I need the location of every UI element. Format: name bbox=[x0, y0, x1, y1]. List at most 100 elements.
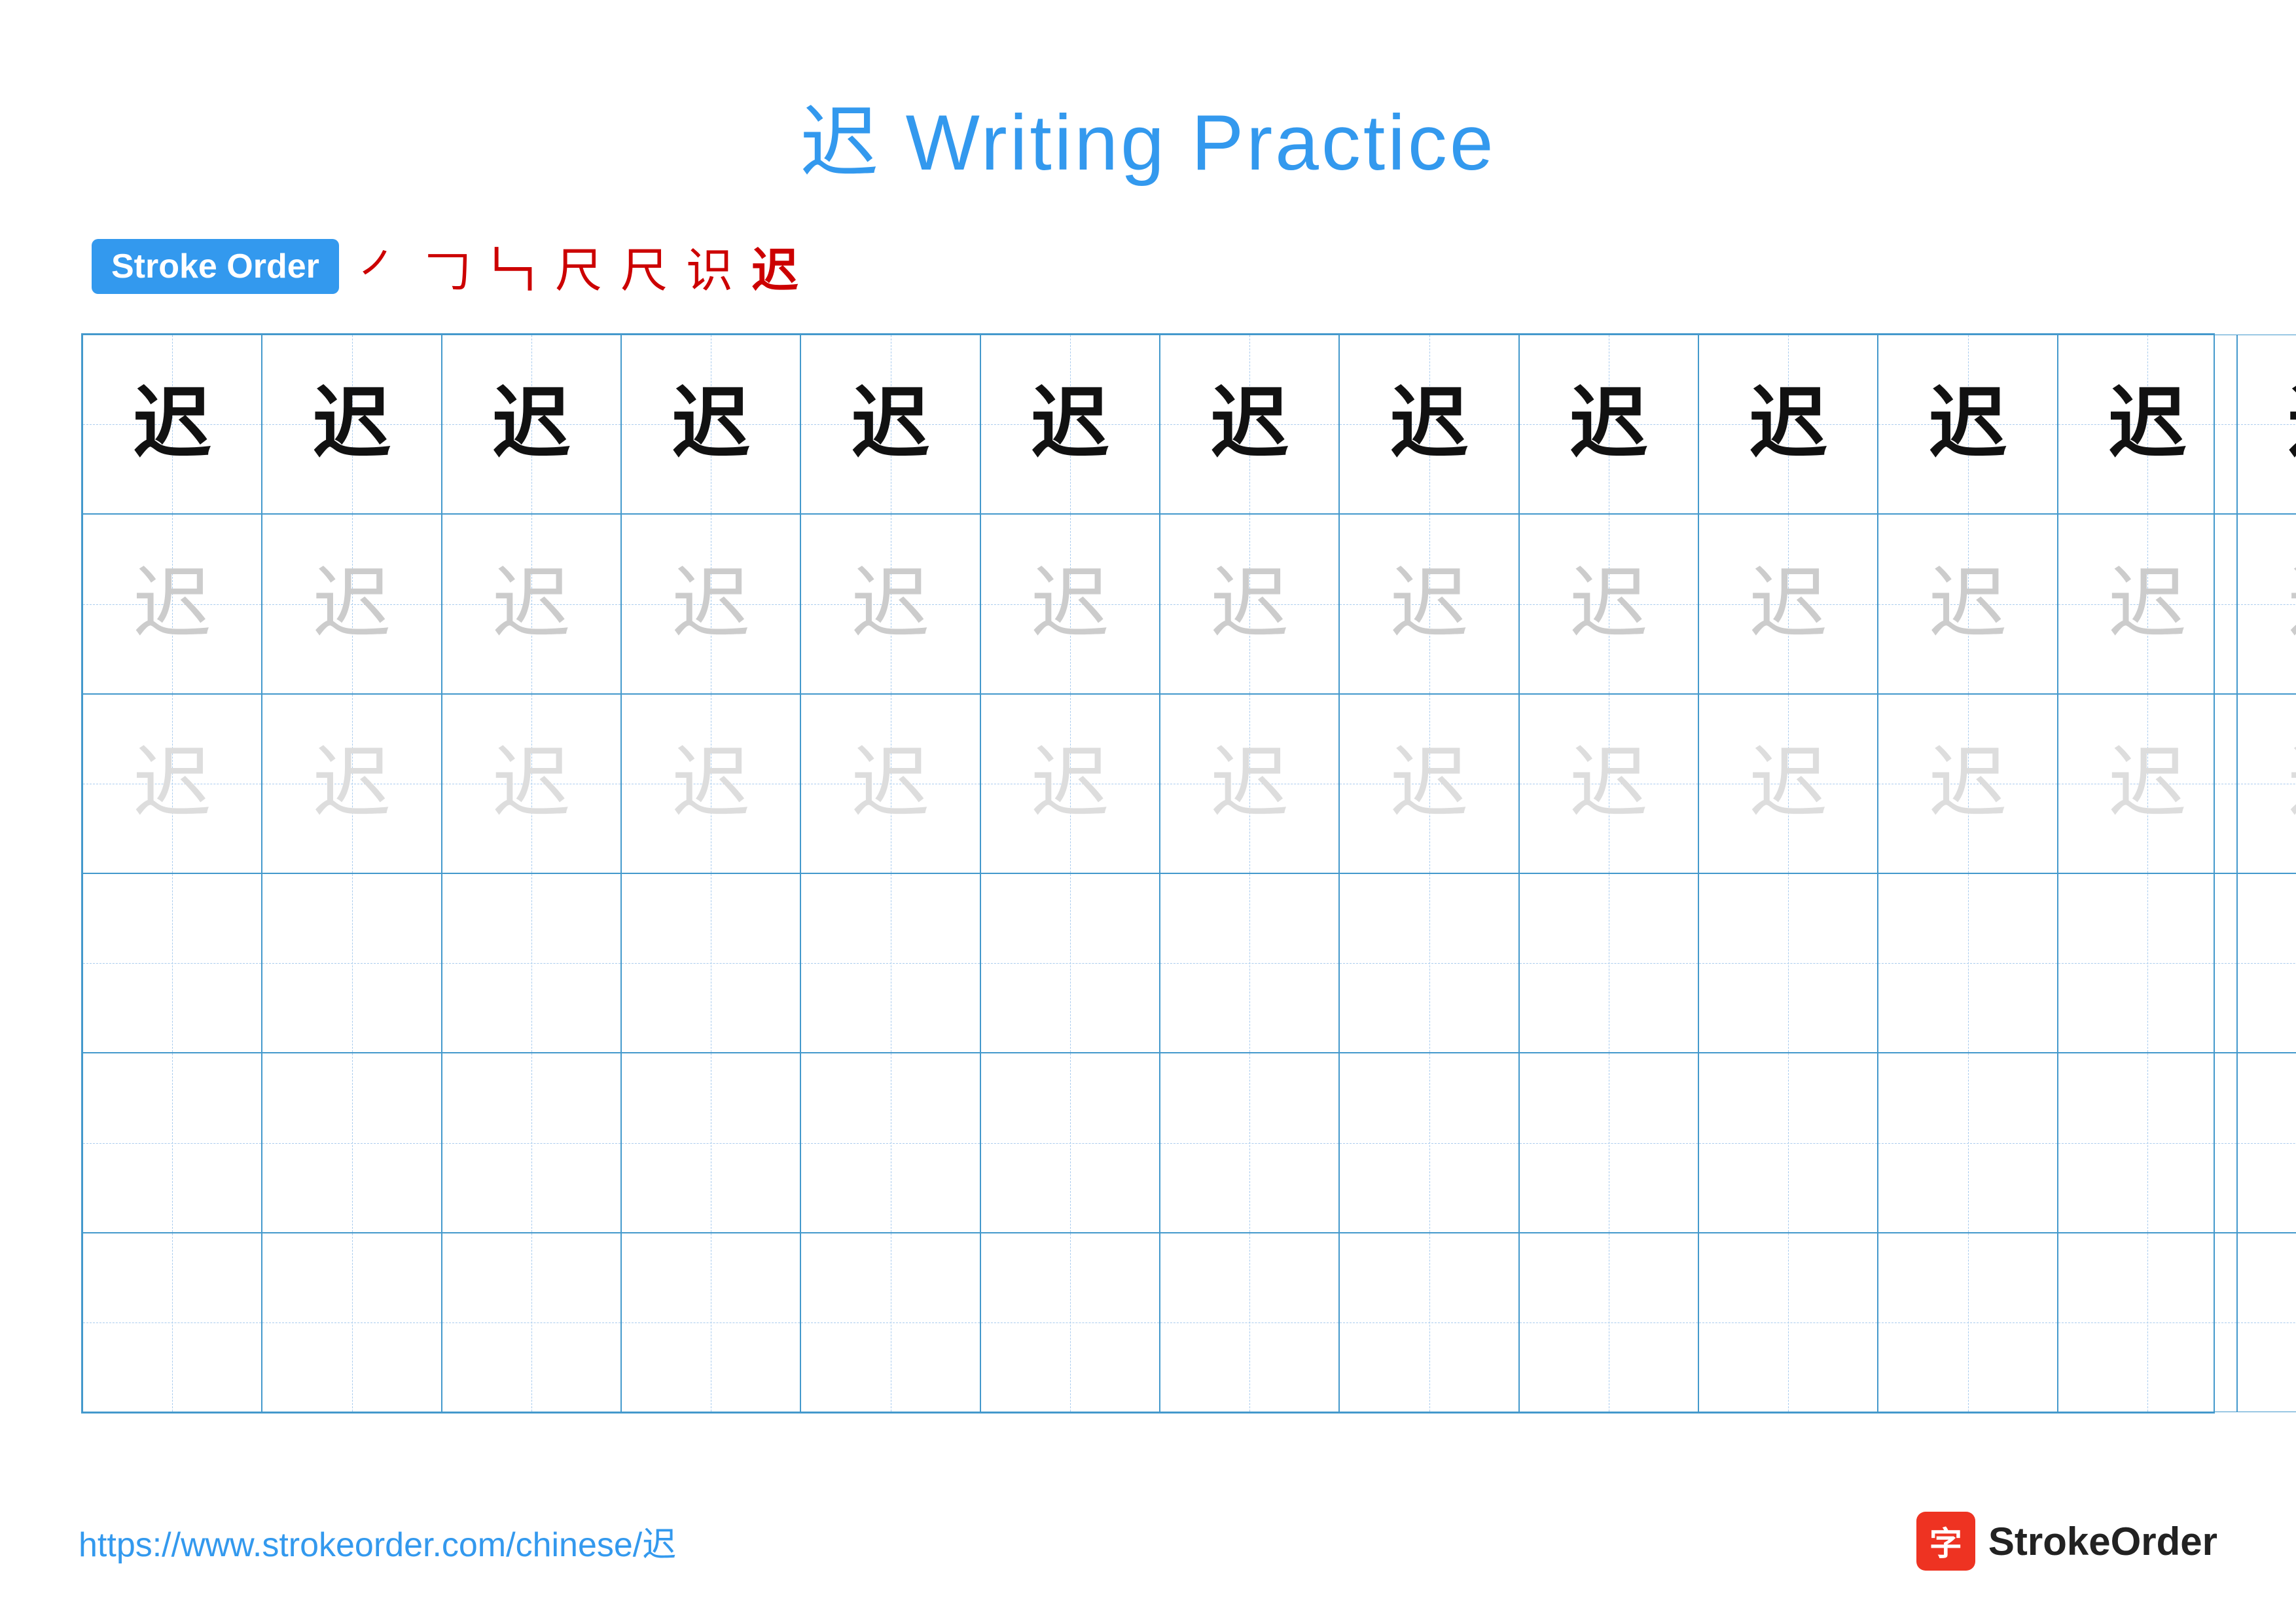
grid-cell: 迟 bbox=[2237, 694, 2296, 873]
grid-cell: 迟 bbox=[442, 694, 621, 873]
grid-cell bbox=[1878, 1053, 2057, 1232]
cell-character: 迟 bbox=[852, 565, 930, 644]
cell-character: 迟 bbox=[1570, 565, 1648, 644]
cell-character: 迟 bbox=[492, 385, 571, 464]
grid-cell: 迟 bbox=[1339, 694, 1518, 873]
grid-cell bbox=[980, 1053, 1160, 1232]
grid-cell: 迟 bbox=[2237, 335, 2296, 514]
grid-cell: 迟 bbox=[1160, 694, 1339, 873]
grid-cell: 迟 bbox=[82, 514, 262, 693]
grid-cell bbox=[442, 1053, 621, 1232]
grid-cell bbox=[1160, 1053, 1339, 1232]
cell-character: 迟 bbox=[1390, 385, 1469, 464]
grid-cell bbox=[262, 1053, 441, 1232]
cell-character: 迟 bbox=[2108, 565, 2187, 644]
grid-cell bbox=[621, 1233, 800, 1412]
cell-character: 迟 bbox=[492, 744, 571, 823]
stroke-order-row: Stroke Order ㇒ 𠃌 𠃑 尺 尺 识 迟 bbox=[79, 232, 2217, 301]
grid-cell bbox=[2058, 873, 2237, 1053]
footer-logo: 字 StrokeOrder bbox=[1916, 1512, 2217, 1571]
cell-character: 迟 bbox=[313, 744, 391, 823]
logo-text: StrokeOrder bbox=[1988, 1519, 2217, 1564]
grid-cell bbox=[1698, 1053, 1878, 1232]
logo-icon: 字 bbox=[1916, 1512, 1975, 1571]
stroke-6: 识 bbox=[686, 232, 733, 301]
cell-character: 迟 bbox=[1929, 565, 2007, 644]
cell-character: 迟 bbox=[672, 744, 750, 823]
grid-cell: 迟 bbox=[980, 514, 1160, 693]
cell-character: 迟 bbox=[1210, 744, 1289, 823]
grid-cell bbox=[800, 1233, 980, 1412]
grid-cell: 迟 bbox=[442, 335, 621, 514]
grid-cell: 迟 bbox=[621, 335, 800, 514]
grid-cell: 迟 bbox=[2058, 335, 2237, 514]
cell-character: 迟 bbox=[2287, 744, 2296, 823]
grid-cell bbox=[2237, 1233, 2296, 1412]
grid-cell bbox=[1339, 1053, 1518, 1232]
grid-cell: 迟 bbox=[1698, 694, 1878, 873]
grid-cell: 迟 bbox=[262, 514, 441, 693]
cell-character: 迟 bbox=[1570, 744, 1648, 823]
grid-cell bbox=[980, 1233, 1160, 1412]
cell-character: 迟 bbox=[2287, 385, 2296, 464]
cell-character: 迟 bbox=[672, 385, 750, 464]
grid-cell bbox=[2237, 873, 2296, 1053]
grid-cell bbox=[262, 873, 441, 1053]
stroke-1: ㇒ bbox=[359, 232, 406, 301]
grid-cell bbox=[1698, 1233, 1878, 1412]
cell-character: 迟 bbox=[2108, 744, 2187, 823]
cell-character: 迟 bbox=[1570, 385, 1648, 464]
grid-cell bbox=[2058, 1053, 2237, 1232]
grid-cell bbox=[442, 873, 621, 1053]
grid-cell bbox=[1878, 873, 2057, 1053]
grid-cell: 迟 bbox=[800, 335, 980, 514]
stroke-2: 𠃌 bbox=[424, 232, 471, 301]
grid-cell bbox=[82, 873, 262, 1053]
stroke-sequence: ㇒ 𠃌 𠃑 尺 尺 识 迟 bbox=[359, 232, 798, 301]
cell-character: 迟 bbox=[1929, 744, 2007, 823]
grid-cell: 迟 bbox=[2058, 514, 2237, 693]
cell-character: 迟 bbox=[2108, 385, 2187, 464]
grid-cell: 迟 bbox=[800, 694, 980, 873]
cell-character: 迟 bbox=[133, 744, 211, 823]
grid-cell bbox=[1519, 1233, 1698, 1412]
grid-cell bbox=[1519, 1053, 1698, 1232]
cell-character: 迟 bbox=[1749, 385, 1827, 464]
grid-cell: 迟 bbox=[980, 335, 1160, 514]
grid-cell bbox=[800, 873, 980, 1053]
grid-cell bbox=[800, 1053, 980, 1232]
grid-cell: 迟 bbox=[82, 694, 262, 873]
grid-cell bbox=[1160, 873, 1339, 1053]
grid-cell: 迟 bbox=[1519, 335, 1698, 514]
stroke-7: 迟 bbox=[751, 232, 798, 301]
cell-character: 迟 bbox=[313, 385, 391, 464]
cell-character: 迟 bbox=[672, 565, 750, 644]
cell-character: 迟 bbox=[1749, 565, 1827, 644]
footer: https://www.strokeorder.com/chinese/迟 字 … bbox=[79, 1486, 2217, 1571]
grid-cell: 迟 bbox=[1878, 694, 2057, 873]
grid-cell: 迟 bbox=[1339, 514, 1518, 693]
grid-cell: 迟 bbox=[1160, 335, 1339, 514]
grid-cell: 迟 bbox=[621, 694, 800, 873]
grid-cell bbox=[442, 1233, 621, 1412]
grid-cell: 迟 bbox=[1519, 514, 1698, 693]
grid-cell: 迟 bbox=[262, 335, 441, 514]
grid-cell: 迟 bbox=[82, 335, 262, 514]
grid-cell: 迟 bbox=[980, 694, 1160, 873]
cell-character: 迟 bbox=[852, 385, 930, 464]
grid-cell: 迟 bbox=[2058, 694, 2237, 873]
cell-character: 迟 bbox=[1210, 565, 1289, 644]
grid-cell: 迟 bbox=[621, 514, 800, 693]
grid-cell: 迟 bbox=[1878, 514, 2057, 693]
grid-cell bbox=[1878, 1233, 2057, 1412]
grid-cell bbox=[621, 873, 800, 1053]
grid-cell: 迟 bbox=[1698, 335, 1878, 514]
footer-url[interactable]: https://www.strokeorder.com/chinese/迟 bbox=[79, 1517, 676, 1566]
grid-cell: 迟 bbox=[1160, 514, 1339, 693]
stroke-5: 尺 bbox=[620, 232, 668, 301]
practice-grid: 迟迟迟迟迟迟迟迟迟迟迟迟迟迟迟迟迟迟迟迟迟迟迟迟迟迟迟迟迟迟迟迟迟迟迟迟迟迟迟 bbox=[81, 333, 2215, 1413]
page-title: 迟 Writing Practice bbox=[800, 79, 1496, 192]
cell-character: 迟 bbox=[1390, 744, 1469, 823]
grid-cell bbox=[82, 1053, 262, 1232]
cell-character: 迟 bbox=[852, 744, 930, 823]
